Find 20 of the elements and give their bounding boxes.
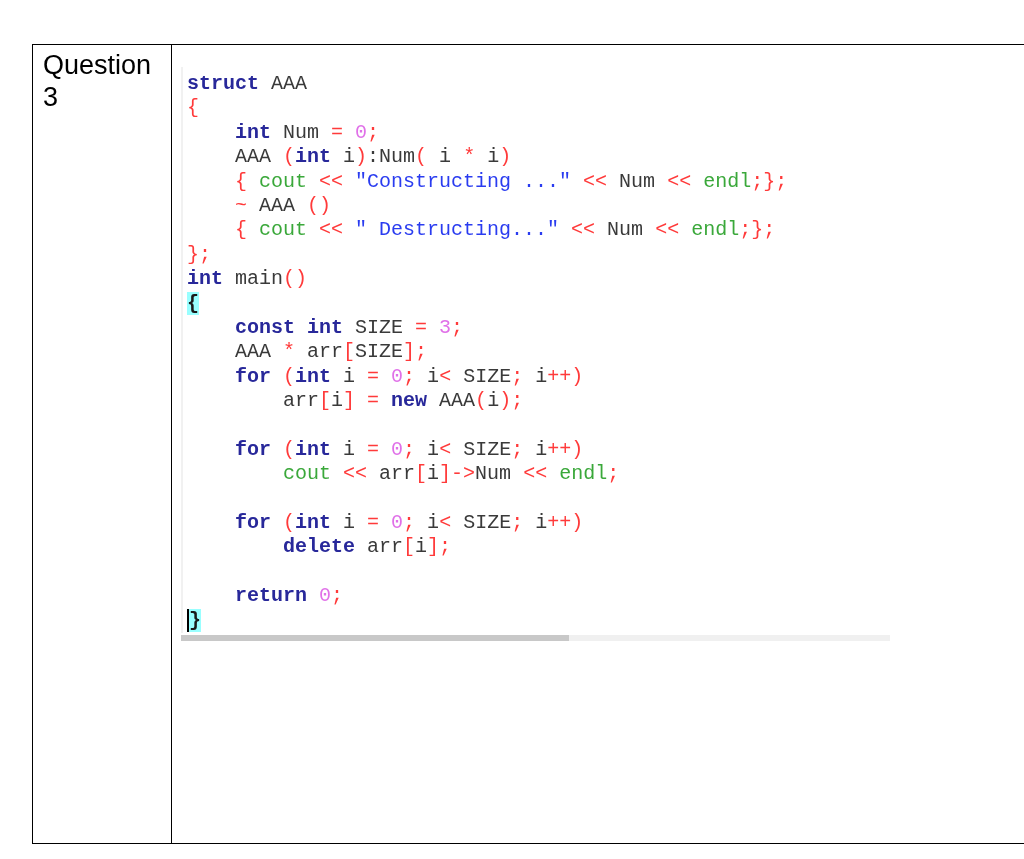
code-line: ~ AAA ()	[234, 193, 332, 219]
code-line: {	[187, 96, 199, 121]
code-line: struct AAA	[187, 72, 308, 97]
code-line: AAA * arr[SIZE];	[234, 340, 428, 365]
code-line: for (int i = 0; i< SIZE; i++)	[234, 364, 584, 390]
code-line: int Num = 0;	[234, 120, 380, 146]
code-line: { cout << " Destructing..." << Num << endl;};	[234, 218, 776, 243]
code-line: const int SIZE = 3;	[234, 315, 464, 341]
code-line: for (int i = 0; i< SIZE; i++)	[234, 437, 584, 463]
code-line: };	[187, 242, 211, 268]
horizontal-scrollbar[interactable]	[181, 635, 890, 641]
code-line: AAA (int i):Num( i * i)	[234, 145, 512, 170]
code-line: { cout << "Constructing ..." << Num << endl;};	[234, 169, 788, 194]
code-line: for (int i = 0; i< SIZE; i++)	[234, 511, 584, 536]
code-line: int main()	[187, 267, 308, 292]
code-line: arr[i] = new AAA(i);	[282, 389, 524, 414]
code-line: return 0;	[234, 584, 344, 609]
code-line: cout << arr[i]->Num << endl;	[282, 462, 620, 487]
code-line: delete arr[i];	[282, 535, 452, 560]
question-label: Question 3	[43, 49, 153, 113]
